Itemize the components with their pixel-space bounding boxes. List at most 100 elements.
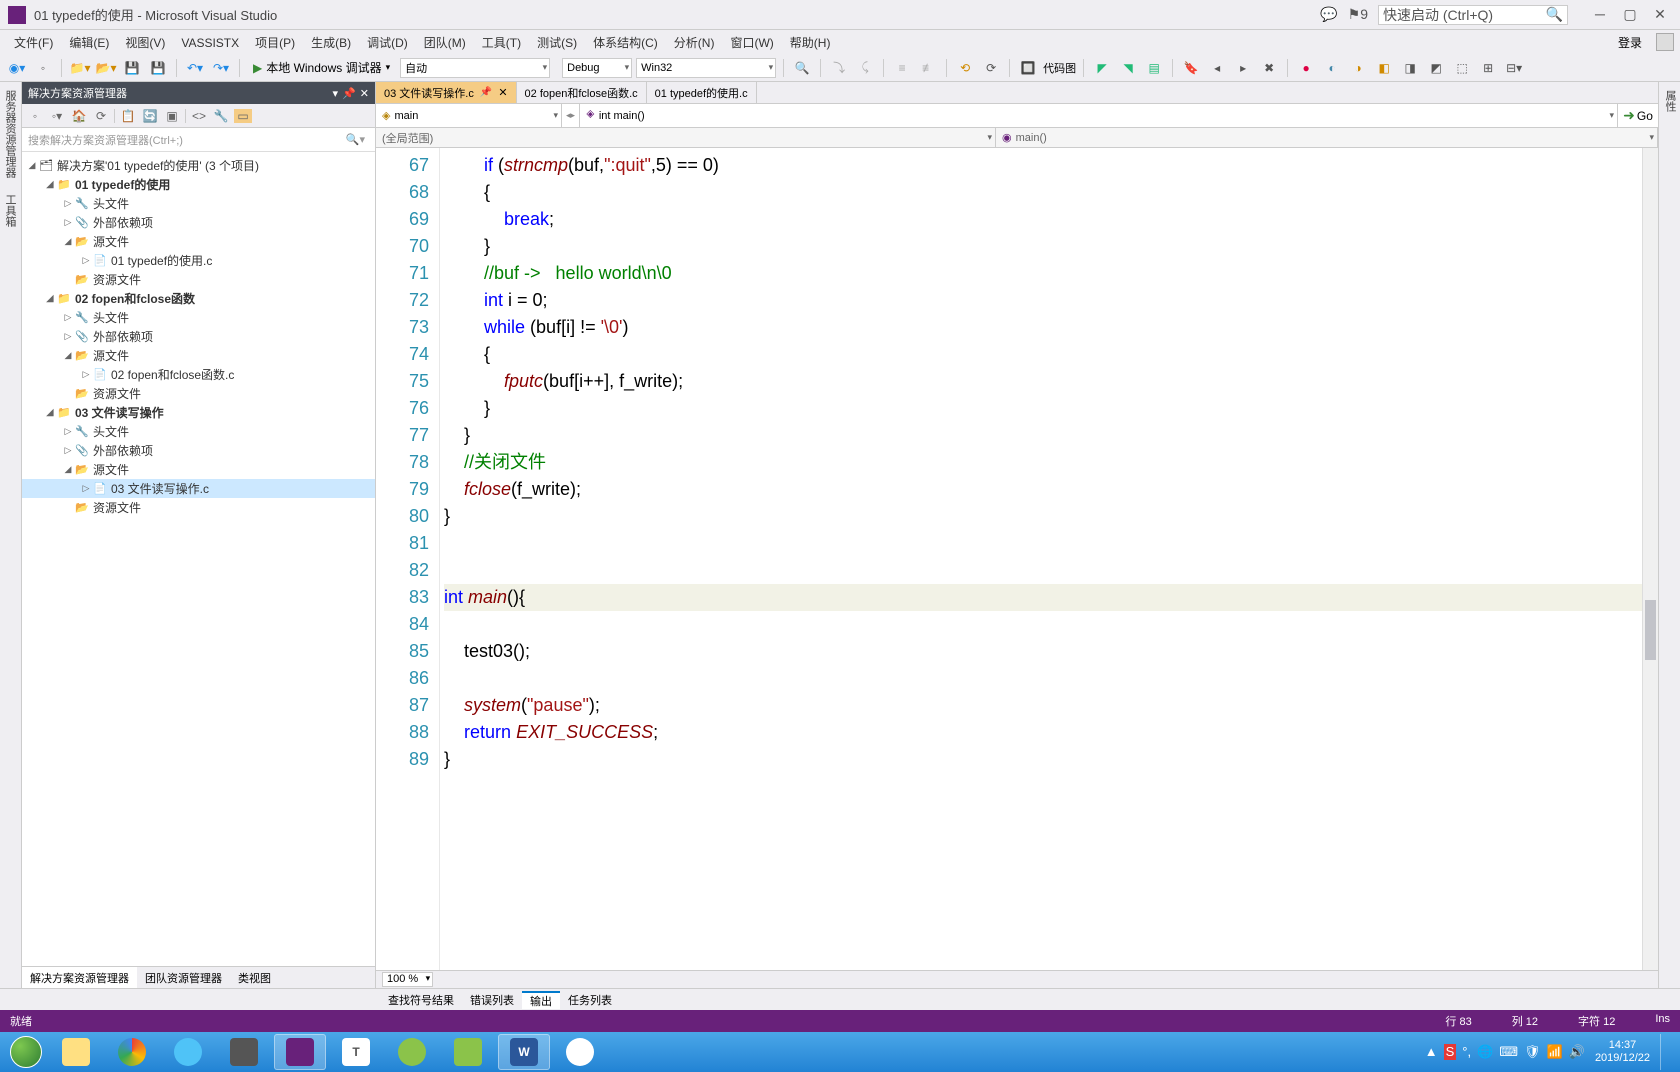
tree-row[interactable]: ▷📄02 fopen和fclose函数.c (22, 365, 375, 384)
step-into-icon[interactable]: ⤹ (854, 57, 876, 79)
undo-button[interactable]: ↶▾ (184, 57, 206, 79)
sln-home-icon[interactable]: 🏠 (70, 109, 88, 123)
task-chrome[interactable] (106, 1034, 158, 1070)
menu-item[interactable]: VASSISTX (173, 36, 247, 50)
server-explorer-tab[interactable]: 服务器资源管理器 (0, 82, 21, 186)
start-debug-button[interactable]: ▶ 本地 Windows 调试器 ▾ (247, 57, 396, 79)
save-button[interactable]: 💾 (121, 57, 143, 79)
quick-launch-input[interactable]: 快速启动 (Ctrl+Q) 🔍 (1378, 5, 1568, 25)
vertical-scrollbar[interactable] (1642, 148, 1658, 970)
toggle2-icon[interactable]: ⟳ (980, 57, 1002, 79)
open-button[interactable]: 📂▾ (95, 57, 117, 79)
indent-icon[interactable]: ▤ (1143, 57, 1165, 79)
nav-back-button[interactable]: ◉▾ (6, 57, 28, 79)
bookmark-next-icon[interactable]: ▸ (1232, 57, 1254, 79)
nav-fwd-button[interactable]: ◦ (32, 57, 54, 79)
tree-row[interactable]: 📂资源文件 (22, 384, 375, 403)
code-editor[interactable]: 6768697071727374757677787980818283848586… (376, 148, 1658, 970)
scope-left-dropdown[interactable]: (全局范围) (376, 128, 996, 147)
properties-tab[interactable]: 属性 (1659, 82, 1680, 120)
tree-row[interactable]: ◢📂源文件 (22, 460, 375, 479)
config-auto-dropdown[interactable]: 自动 (400, 58, 550, 78)
tree-row[interactable]: ▷🔧头文件 (22, 422, 375, 441)
tray-up-icon[interactable]: ▲ (1425, 1044, 1438, 1060)
bottom-tab[interactable]: 输出 (522, 991, 560, 1009)
tree-row[interactable]: ▷📎外部依赖项 (22, 327, 375, 346)
file-tab[interactable]: 03 文件读写操作.c📌✕ (376, 82, 517, 103)
tree-row[interactable]: ◢📂源文件 (22, 346, 375, 365)
sln-code-icon[interactable]: <> (190, 109, 208, 123)
tree-row[interactable]: ◢📁02 fopen和fclose函数 (22, 289, 375, 308)
maximize-button[interactable]: ▢ (1618, 6, 1642, 23)
misc2-icon[interactable]: ◐ (1321, 57, 1343, 79)
panel-pin-icon[interactable]: 📌 (342, 87, 356, 100)
save-all-button[interactable]: 💾 (147, 57, 169, 79)
tree-row[interactable]: 📂资源文件 (22, 498, 375, 517)
task-explorer[interactable] (50, 1034, 102, 1070)
bookmark-icon[interactable]: 🔖 (1180, 57, 1202, 79)
tray-vol-icon[interactable]: 🔊 (1569, 1044, 1585, 1060)
go-button[interactable]: ➜Go (1618, 104, 1658, 127)
task-visualstudio[interactable] (274, 1034, 326, 1070)
tree-row[interactable]: ▷📎外部依赖项 (22, 441, 375, 460)
solution-root[interactable]: ◢🗂解决方案'01 typedef的使用' (3 个项目) (22, 156, 375, 175)
nav-scope-dropdown[interactable]: ◈main (376, 104, 562, 127)
codemap-icon[interactable]: 🔲 (1017, 57, 1039, 79)
misc5-icon[interactable]: ◨ (1399, 57, 1421, 79)
sln-preview-icon[interactable]: ▭ (234, 109, 252, 123)
sln-back-icon[interactable]: ◦ (26, 109, 44, 123)
redo-button[interactable]: ↷▾ (210, 57, 232, 79)
bookmark-prev-icon[interactable]: ◂ (1206, 57, 1228, 79)
file-tab[interactable]: 01 typedef的使用.c (647, 82, 757, 103)
tree-row[interactable]: ▷🔧头文件 (22, 308, 375, 327)
tree-row[interactable]: ▷📄03 文件读写操作.c (22, 479, 375, 498)
task-word[interactable]: W (498, 1034, 550, 1070)
login-link[interactable]: 登录 (1618, 34, 1650, 51)
sln-tab-class[interactable]: 类视图 (230, 967, 279, 988)
task-qt1[interactable] (386, 1034, 438, 1070)
file-tab[interactable]: 02 fopen和fclose函数.c (517, 82, 647, 103)
tray-punct-icon[interactable]: °, (1462, 1044, 1471, 1060)
close-button[interactable]: ✕ (1648, 6, 1672, 23)
menu-item[interactable]: 编辑(E) (61, 36, 117, 50)
tree-row[interactable]: 📂资源文件 (22, 270, 375, 289)
start-button[interactable] (4, 1034, 48, 1070)
tree-row[interactable]: ◢📁01 typedef的使用 (22, 175, 375, 194)
menu-item[interactable]: 视图(V) (117, 36, 173, 50)
tree-row[interactable]: ◢📁03 文件读写操作 (22, 403, 375, 422)
bottom-tab[interactable]: 查找符号结果 (380, 992, 462, 1008)
menu-item[interactable]: 工具(T) (474, 36, 529, 50)
toolbox-tab[interactable]: 工具箱 (0, 186, 21, 235)
sln-showall-icon[interactable]: 📋 (119, 109, 137, 123)
sln-props-icon[interactable]: 🔧 (212, 109, 230, 123)
menu-item[interactable]: 分析(N) (666, 36, 723, 50)
minimize-button[interactable]: ─ (1588, 6, 1612, 23)
sln-tab-team[interactable]: 团队资源管理器 (137, 967, 230, 988)
sln-collapse-icon[interactable]: ▣ (163, 109, 181, 123)
misc4-icon[interactable]: ◧ (1373, 57, 1395, 79)
indent-less-icon[interactable]: ◤ (1091, 57, 1113, 79)
panel-dropdown-icon[interactable]: ▾ (333, 87, 339, 100)
tb-icon[interactable]: 🔍 (791, 57, 813, 79)
tray-ime-icon[interactable]: S (1444, 1044, 1457, 1060)
misc9-icon[interactable]: ⊟▾ (1503, 57, 1525, 79)
zoom-dropdown[interactable]: 100 % (382, 972, 433, 987)
tray-input-icon[interactable]: 🌐 (1477, 1044, 1493, 1060)
tree-row[interactable]: ▷📄01 typedef的使用.c (22, 251, 375, 270)
menu-item[interactable]: 调试(D) (359, 36, 416, 50)
menu-item[interactable]: 生成(B) (303, 36, 359, 50)
menu-item[interactable]: 测试(S) (529, 36, 585, 50)
step-over-icon[interactable]: ⤵ (828, 57, 850, 79)
task-text[interactable]: T (330, 1034, 382, 1070)
menu-item[interactable]: 文件(F) (6, 36, 61, 50)
tree-row[interactable]: ▷🔧头文件 (22, 194, 375, 213)
tree-row[interactable]: ▷📎外部依赖项 (22, 213, 375, 232)
user-avatar[interactable] (1656, 33, 1674, 51)
menu-item[interactable]: 团队(M) (416, 36, 474, 50)
task-app1[interactable] (162, 1034, 214, 1070)
sln-refresh-icon[interactable]: ⟳ (92, 109, 110, 123)
task-app2[interactable] (554, 1034, 606, 1070)
menu-item[interactable]: 帮助(H) (782, 36, 839, 50)
misc6-icon[interactable]: ◩ (1425, 57, 1447, 79)
misc1-icon[interactable]: ● (1295, 57, 1317, 79)
